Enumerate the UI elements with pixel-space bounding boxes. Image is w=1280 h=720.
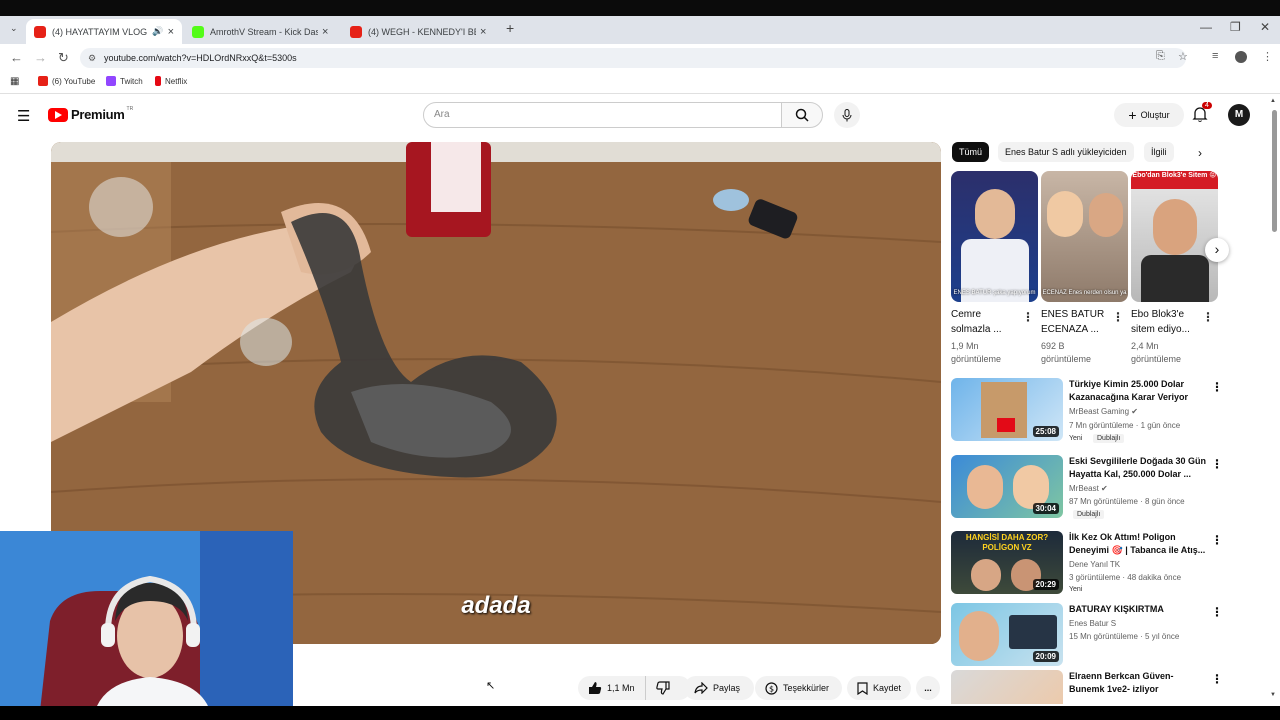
audio-icon[interactable]: 🔊 (152, 26, 163, 37)
media-icon[interactable]: ≡ (1212, 50, 1218, 62)
mouse-cursor: ↖ (486, 680, 496, 692)
video-menu-icon[interactable]: ⋮ (1211, 457, 1223, 471)
notifications-button[interactable]: 4 (1192, 102, 1212, 128)
short-title-1[interactable]: Cemre solmazla ... (951, 307, 1021, 337)
new-tab-button[interactable]: + (506, 20, 514, 36)
twitch-icon (106, 76, 116, 86)
minimize-icon[interactable]: — (1200, 20, 1212, 34)
short-menu-icon[interactable]: ⋮ (1112, 310, 1124, 324)
notification-count-badge: 4 (1202, 102, 1212, 109)
share-button[interactable]: Paylaş (684, 676, 754, 700)
search-button[interactable] (781, 102, 823, 128)
save-button[interactable]: Kaydet (847, 676, 911, 700)
microphone-icon (842, 108, 852, 121)
streamer-webcam (0, 531, 293, 711)
create-button[interactable]: + Oluştur (1114, 103, 1184, 127)
profile-avatar[interactable] (1235, 51, 1247, 63)
chip-related[interactable]: İlgili (1144, 142, 1174, 162)
thumbs-up-icon (589, 682, 602, 694)
apps-grid-icon[interactable]: ▦ (10, 76, 19, 87)
short-views-3: 2,4 Mn görüntüleme (1131, 341, 1182, 364)
close-tab-icon[interactable]: × (322, 26, 328, 38)
dislike-button[interactable] (646, 676, 685, 700)
browser-tab-2[interactable]: AmrothV Stream - Kick Dashbo × (184, 19, 340, 44)
more-icon: ... (924, 683, 932, 693)
netflix-icon (155, 76, 161, 86)
youtube-play-logo-icon (48, 107, 68, 122)
account-avatar[interactable]: M (1228, 104, 1250, 126)
like-dislike-group: 1,1 Mn (578, 676, 691, 700)
chip-all[interactable]: Tümü (952, 142, 990, 162)
browser-tab-3[interactable]: (4) WEGH - KENNEDY'I BEN VU × (342, 19, 498, 44)
url-field[interactable]: ⚙ youtube.com/watch?v=HDLOrdNRxxQ&t=5300… (80, 48, 1186, 68)
bookmark-icon (857, 681, 868, 695)
recommendation-2[interactable]: 30:04 Eski Sevgililerle Doğada 30 Gün Ha… (951, 455, 1223, 519)
scrollbar-thumb[interactable] (1272, 110, 1277, 232)
bookmark-star-icon[interactable]: ☆ (1178, 50, 1188, 63)
install-icon[interactable]: ⎘ (1156, 50, 1165, 63)
share-icon (694, 682, 708, 694)
bookmark-twitch[interactable]: Twitch (106, 76, 143, 86)
short-thumbnail-1[interactable]: ENES BATUR şaka yapıyorum (951, 171, 1038, 302)
video-thumbnail: 20:09 (951, 603, 1063, 666)
video-thumbnail (951, 670, 1063, 704)
video-menu-icon[interactable]: ⋮ (1211, 380, 1223, 394)
short-thumbnail-2[interactable]: ECENAZ Enes nerden olsun ya (1041, 171, 1128, 302)
more-actions-button[interactable]: ... (916, 676, 940, 700)
hamburger-menu-icon[interactable]: ☰ (17, 107, 30, 125)
youtube-favicon-icon (34, 25, 46, 38)
short-thumbnail-3[interactable]: Ebo'dan Blok3'e Sitem 😡 (1131, 171, 1218, 302)
search-input[interactable]: Ara (423, 102, 783, 128)
close-tab-icon[interactable]: × (168, 26, 174, 38)
maximize-icon[interactable]: ❐ (1230, 20, 1241, 34)
short-views-1: 1,9 Mn görüntüleme (951, 341, 1002, 364)
like-button[interactable]: 1,1 Mn (578, 676, 646, 700)
youtube-icon (38, 76, 48, 86)
chips-next-icon[interactable]: › (1198, 146, 1202, 160)
recommendation-4[interactable]: 20:09 BATURAY KIŞKIRTMA Enes Batur S 15 … (951, 603, 1223, 667)
shorts-next-button[interactable]: › (1205, 238, 1229, 262)
short-menu-icon[interactable]: ⋮ (1022, 310, 1034, 324)
thumbs-down-icon (655, 681, 670, 695)
screen-bottom-edge (0, 706, 1280, 720)
bookmark-youtube[interactable]: (6) YouTube (38, 76, 95, 86)
short-title-2[interactable]: ENES BATUR ECENAZA ... (1041, 307, 1111, 337)
plus-icon: + (1128, 107, 1137, 123)
back-icon[interactable]: ← (10, 50, 23, 65)
video-menu-icon[interactable]: ⋮ (1211, 605, 1223, 619)
close-window-icon[interactable]: ✕ (1260, 20, 1270, 34)
close-tab-icon[interactable]: × (480, 26, 486, 38)
super-thanks-icon: $ (765, 681, 778, 695)
youtube-logo[interactable]: Premium TR (48, 106, 133, 122)
svg-text:$: $ (769, 684, 774, 693)
recommendation-5[interactable]: Elraenn Berkcan Güven-Bunemk 1ve2- izliy… (951, 670, 1221, 704)
video-thumbnail: 30:04 (951, 455, 1063, 518)
browser-tab-1[interactable]: (4) HAYATTAYIM VLOG - Yo 🔊 × (26, 19, 182, 44)
page-scrollbar[interactable]: ▲ ▼ (1270, 98, 1277, 702)
site-info-icon[interactable]: ⚙ (88, 48, 96, 68)
reload-icon[interactable]: ↻ (58, 50, 69, 66)
bookmarks-bar (0, 72, 1280, 94)
bookmark-netflix[interactable]: Netflix (155, 76, 187, 86)
short-views-2: 692 B görüntüleme (1041, 341, 1092, 364)
webcam-feed (0, 531, 293, 711)
kick-favicon-icon (192, 25, 204, 38)
short-menu-icon[interactable]: ⋮ (1202, 310, 1214, 324)
thanks-button[interactable]: $ Teşekkürler (755, 676, 842, 700)
recommendation-3[interactable]: HANGİSİ DAHA ZOR? POLİGON VZ 20:29 İlk Ke… (951, 531, 1223, 595)
recommendation-1[interactable]: 25:08 Türkiye Kimin 25.000 Dolar Kazanac… (951, 378, 1223, 443)
short-title-3[interactable]: Ebo Blok3'e sitem ediyo... (1131, 307, 1201, 337)
chip-from-uploader[interactable]: Enes Batur S adlı yükleyiciden (998, 142, 1134, 162)
video-menu-icon[interactable]: ⋮ (1211, 533, 1223, 547)
tab-list-icon[interactable]: ⌄ (10, 23, 18, 34)
browser-menu-icon[interactable]: ⋮ (1262, 50, 1273, 63)
search-icon (795, 108, 809, 122)
video-thumbnail: 25:08 (951, 378, 1063, 441)
forward-icon[interactable]: → (34, 50, 47, 65)
screen-top-edge (0, 0, 1280, 16)
video-thumbnail: HANGİSİ DAHA ZOR? POLİGON VZ 20:29 (951, 531, 1063, 594)
voice-search-button[interactable] (834, 102, 860, 128)
video-menu-icon[interactable]: ⋮ (1211, 672, 1221, 686)
youtube-favicon-icon (350, 25, 362, 38)
